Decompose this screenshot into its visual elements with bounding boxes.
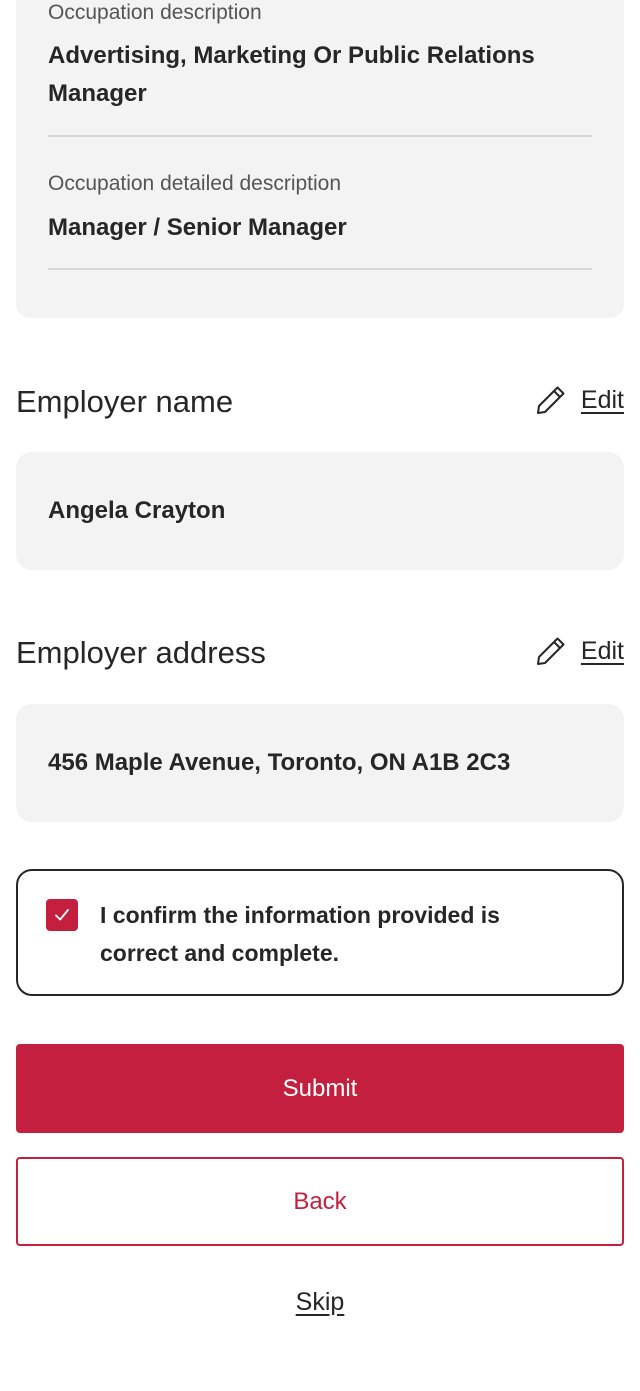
- employer-address-edit-link[interactable]: Edit: [535, 635, 624, 667]
- pencil-icon: [536, 637, 565, 665]
- submit-button[interactable]: Submit: [16, 1044, 624, 1133]
- edit-label: Edit: [580, 636, 624, 665]
- occupation-description-value: Advertising, Marketing Or Public Relatio…: [48, 42, 535, 107]
- edit-label: Edit: [580, 385, 624, 414]
- occupation-detailed-label: Occupation detailed description: [48, 172, 342, 195]
- employer-address-value: 456 Maple Avenue, Toronto, ON A1B 2C3: [48, 749, 511, 776]
- divider: [48, 268, 592, 270]
- checkmark-icon: [55, 909, 69, 921]
- confirm-text: I confirm the information provided is co…: [100, 902, 500, 966]
- employer-address-title: Employer address: [16, 635, 266, 670]
- employer-name-value: Angela Crayton: [48, 497, 226, 524]
- occupation-description-label: Occupation description: [48, 1, 262, 24]
- employer-name-edit-link[interactable]: Edit: [535, 384, 624, 416]
- confirmation-box[interactable]: I confirm the information provided is co…: [16, 869, 624, 996]
- skip-link[interactable]: Skip: [296, 1288, 345, 1316]
- confirm-checkbox[interactable]: [46, 899, 78, 931]
- employer-name-title: Employer name: [16, 384, 234, 419]
- skip-link-container: Skip: [0, 1288, 640, 1317]
- occupation-detailed-value: Manager / Senior Manager: [48, 214, 347, 241]
- divider: [48, 135, 592, 137]
- employer-name-card: Angela Crayton: [16, 452, 624, 570]
- employer-address-card: 456 Maple Avenue, Toronto, ON A1B 2C3: [16, 704, 624, 822]
- back-button[interactable]: Back: [16, 1157, 624, 1246]
- pencil-icon: [536, 386, 565, 414]
